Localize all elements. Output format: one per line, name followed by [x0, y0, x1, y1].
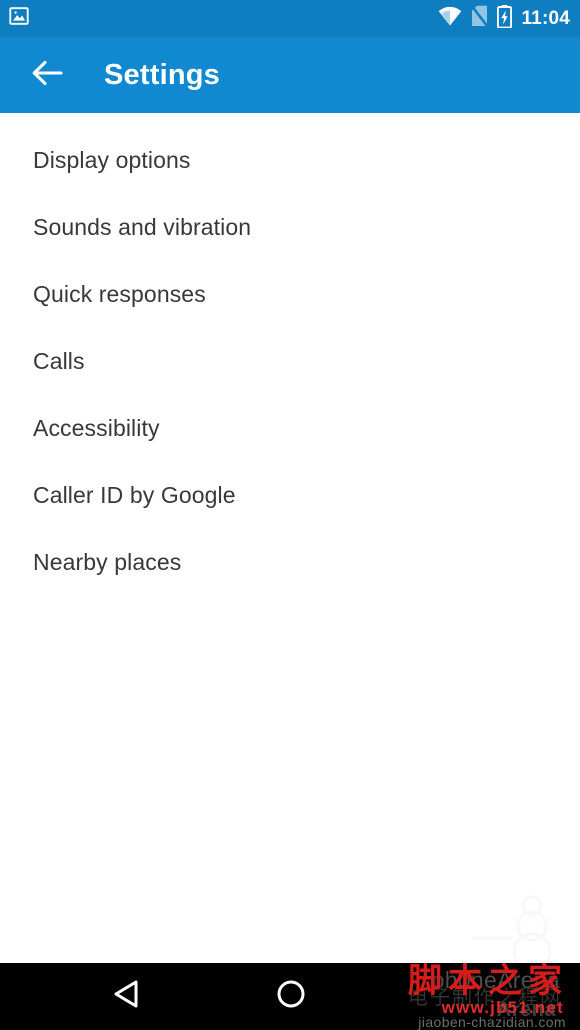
list-item-label: Calls	[33, 348, 85, 374]
back-button[interactable]	[26, 54, 68, 96]
triangle-back-icon	[111, 977, 145, 1016]
list-item-label: Display options	[33, 147, 191, 173]
status-bar-clock: 11:04	[521, 8, 570, 29]
nav-back-button[interactable]	[65, 963, 190, 1030]
list-item-quick-responses[interactable]: Quick responses	[0, 261, 580, 328]
list-item-label: Nearby places	[33, 549, 182, 575]
wifi-icon	[438, 5, 462, 32]
phone-screen: 11:04 Settings Display options Sounds an…	[0, 0, 580, 1030]
image-notification-icon	[8, 5, 30, 32]
status-bar: 11:04	[0, 0, 580, 37]
arrow-left-icon	[30, 58, 64, 93]
list-item-nearby-places[interactable]: Nearby places	[0, 529, 580, 596]
settings-list: Display options Sounds and vibration Qui…	[0, 113, 580, 963]
list-item-display-options[interactable]: Display options	[0, 127, 580, 194]
nav-home-button[interactable]	[228, 963, 353, 1030]
phonearena-text-watermark: phoneArena	[432, 967, 560, 994]
list-item-label: Sounds and vibration	[33, 214, 252, 240]
battery-charging-icon	[497, 4, 513, 33]
list-item-label: Caller ID by Google	[33, 482, 236, 508]
circle-home-icon	[274, 977, 308, 1016]
chinese-url-watermark: www.jb51.net	[441, 998, 564, 1017]
phonearena-sub-watermark: Arena	[496, 999, 556, 1021]
list-item-calls[interactable]: Calls	[0, 328, 580, 395]
list-item-caller-id-by-google[interactable]: Caller ID by Google	[0, 462, 580, 529]
no-sim-icon	[470, 4, 489, 32]
page-title: Settings	[104, 58, 220, 91]
navigation-bar: phoneArena Arena 电子制作之程网 脚本之家 www.jb51.n…	[0, 963, 580, 1030]
chinese-alt-watermark: 电子制作之程网	[408, 985, 562, 1009]
app-bar: Settings	[0, 37, 580, 117]
list-item-label: Quick responses	[33, 281, 206, 307]
phonearena-watermark-label: phoneArena	[431, 967, 560, 993]
chinese-site-watermark: 脚本之家	[408, 963, 568, 1001]
list-item-label: Accessibility	[33, 415, 160, 441]
chinese-url-sub-watermark: jiaoben-chazidian.com	[418, 1014, 566, 1030]
status-bar-notifications	[8, 5, 30, 32]
list-item-sounds-and-vibration[interactable]: Sounds and vibration	[0, 194, 580, 261]
status-bar-system-icons: 11:04	[438, 4, 570, 33]
list-item-accessibility[interactable]: Accessibility	[0, 395, 580, 462]
